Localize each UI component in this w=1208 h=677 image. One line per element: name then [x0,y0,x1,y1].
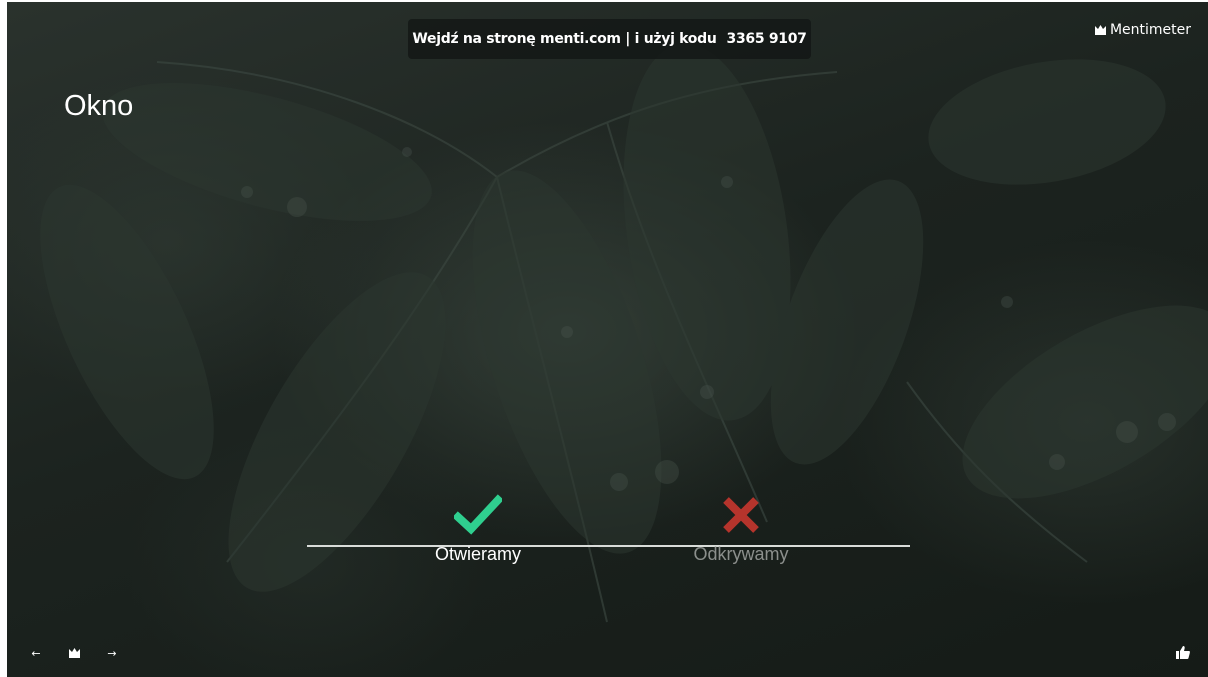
cross-icon [723,497,759,533]
checkmark-icon [454,494,502,535]
join-code: 3365 9107 [726,31,807,47]
join-instruction: Wejdź na stronę menti.com | i użyj kodu [412,31,717,47]
thumbs-up-icon [1176,645,1190,659]
presentation-slide: Wejdź na stronę menti.com | i użyj kodu … [7,2,1208,677]
option-label: Otwieramy [434,544,521,564]
mentimeter-brand: Mentimeter [1094,22,1191,38]
previous-slide-arrow-icon[interactable]: ← [29,646,43,660]
reaction-button[interactable] [1174,643,1192,661]
option-correct: Otwieramy [388,494,568,565]
next-slide-arrow-icon[interactable]: → [105,646,119,660]
brand-name: Mentimeter [1109,22,1191,38]
join-code-banner: Wejdź na stronę menti.com | i użyj kodu … [408,19,811,59]
option-label: Odkrywamy [693,544,789,564]
presentation-navigation: ← → [29,646,119,660]
mentimeter-logo-icon [1094,25,1106,35]
leaf-background-image [40,43,1208,623]
slide-title: Okno [64,90,134,122]
mentimeter-logo-icon[interactable] [67,646,81,660]
option-wrong: Odkrywamy [651,494,831,565]
